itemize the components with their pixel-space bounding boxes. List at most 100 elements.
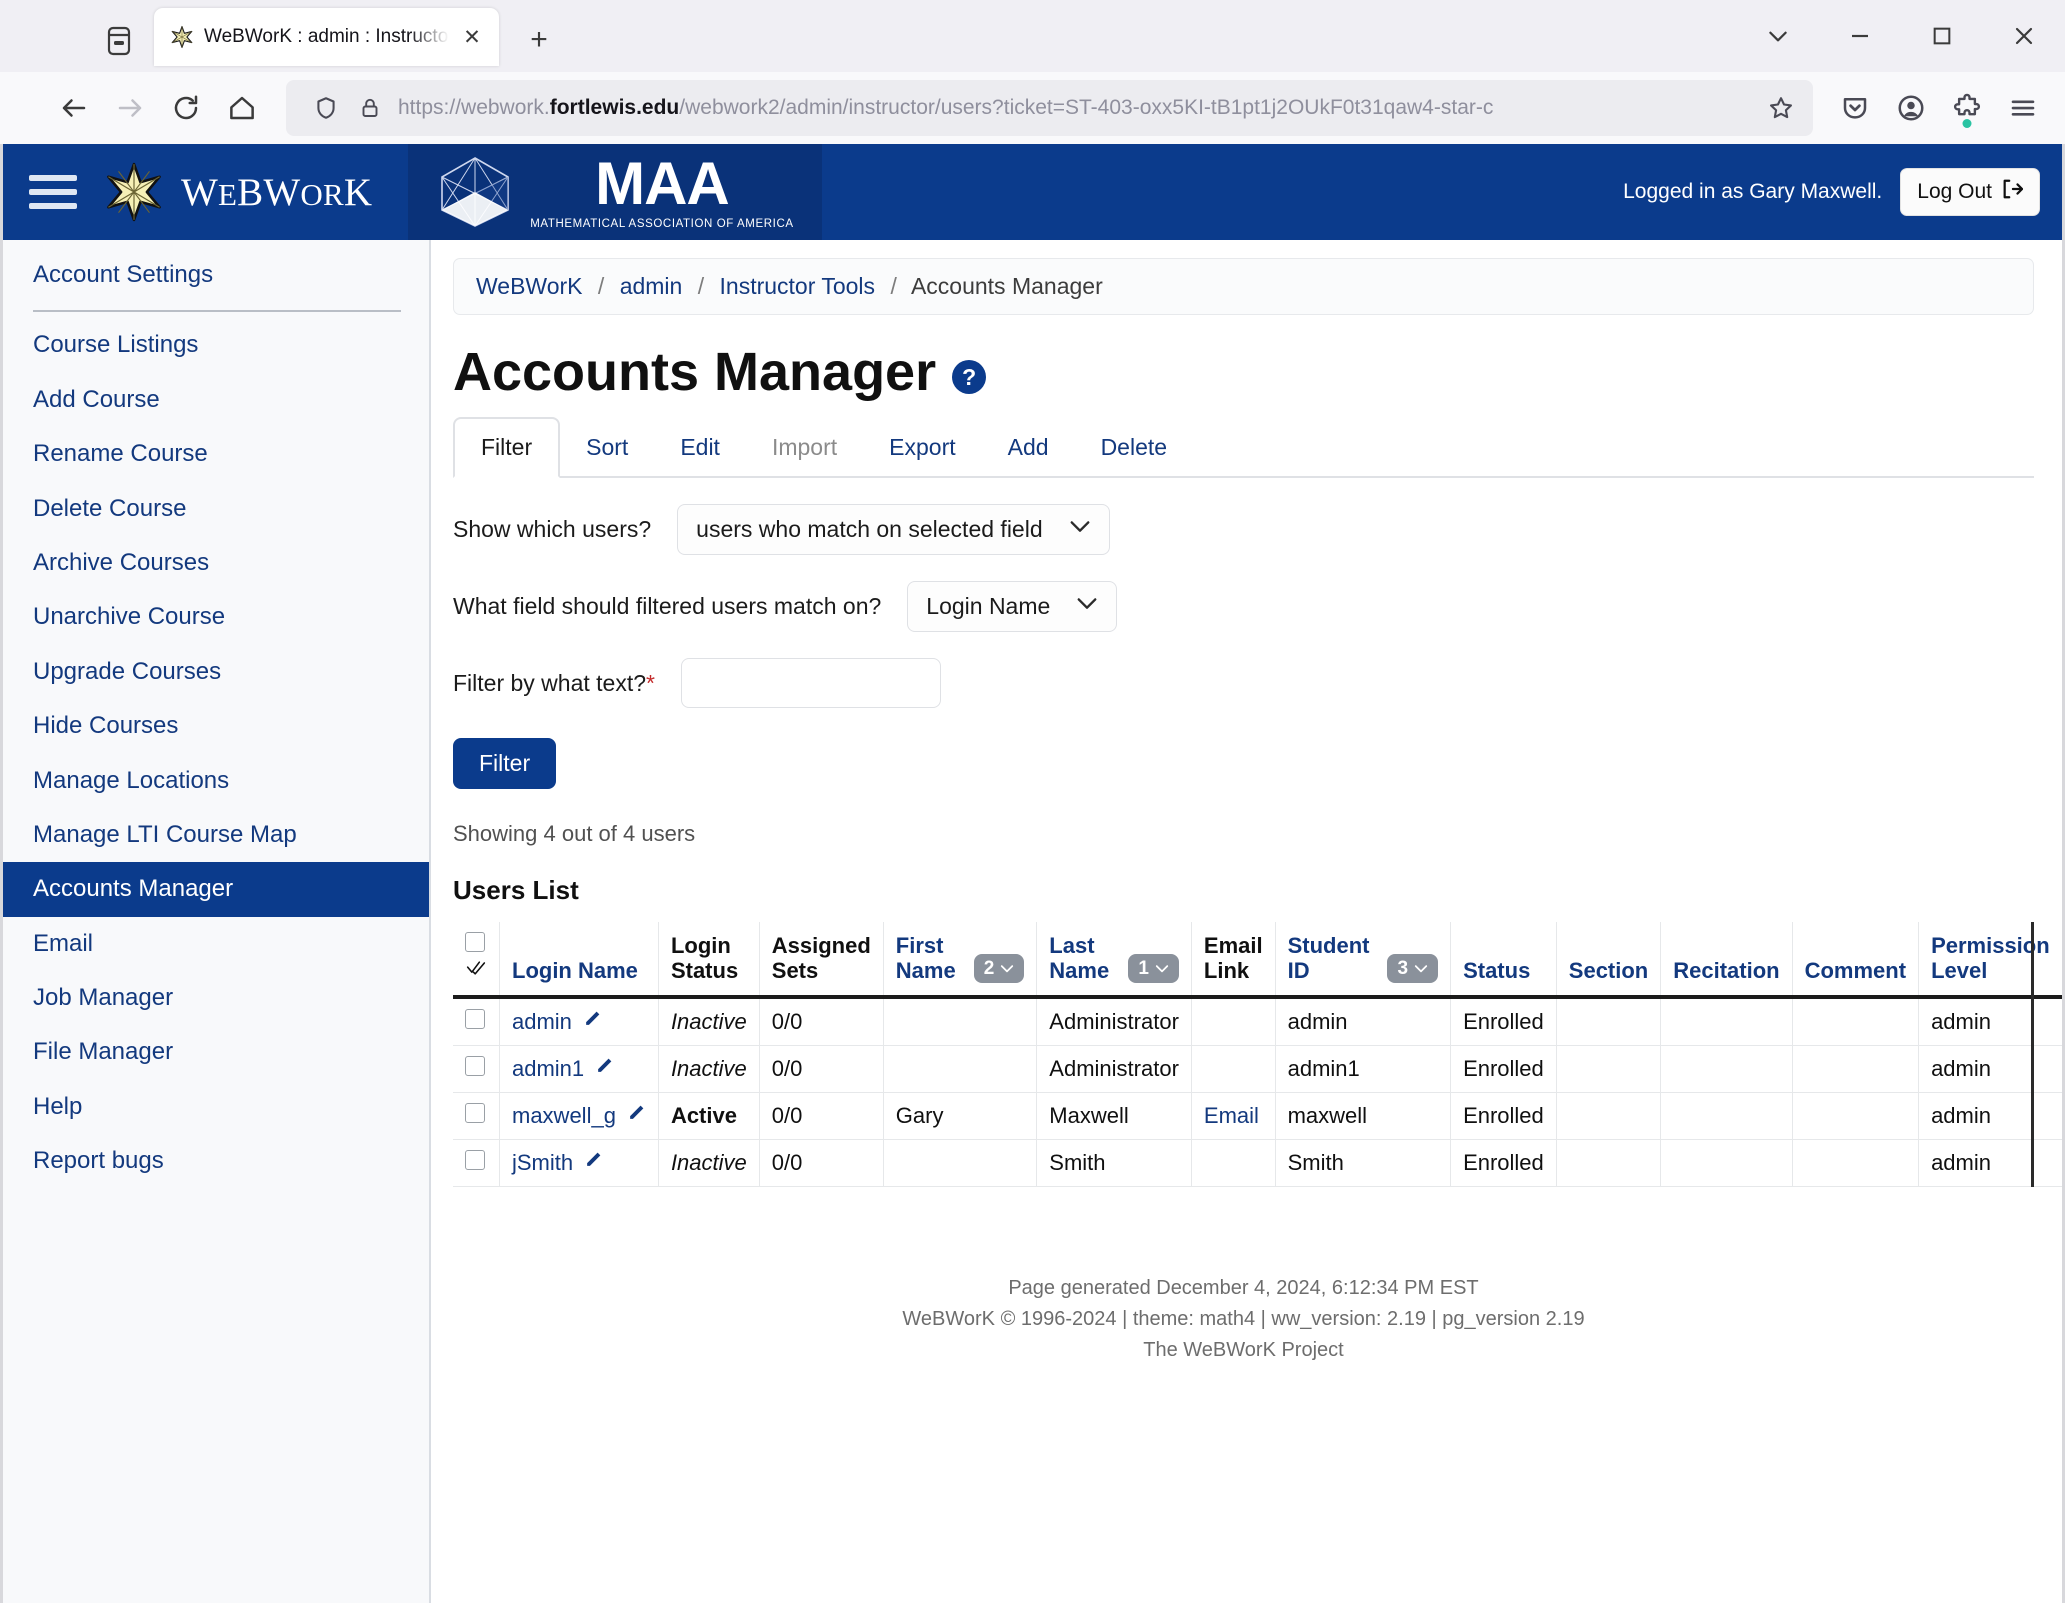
column-header-permission-level[interactable]: Permission Level xyxy=(1918,922,2062,1000)
tab-export[interactable]: Export xyxy=(863,419,981,476)
filter-text-input[interactable] xyxy=(680,658,941,708)
column-header-status[interactable]: Status xyxy=(1450,922,1557,1000)
tab-add[interactable]: Add xyxy=(982,419,1075,476)
column-header-student-id[interactable]: Student ID 3 xyxy=(1275,922,1452,1000)
cell-login-name[interactable]: maxwell_g xyxy=(499,1092,659,1141)
column-header-comment[interactable]: Comment xyxy=(1792,922,1920,1000)
login-name-link[interactable]: admin xyxy=(512,1009,572,1035)
row-checkbox[interactable] xyxy=(465,1009,485,1030)
sidebar-toggle-icon[interactable] xyxy=(3,144,103,240)
sidebar-item-hide-courses[interactable]: Hide Courses xyxy=(3,699,429,753)
help-icon[interactable]: ? xyxy=(952,360,987,394)
browser-tab[interactable]: WeBWorK : admin : Instructor Tools ✕ xyxy=(154,8,499,66)
cell-permission-level: admin xyxy=(1918,997,2062,1047)
sort-order-badge-student-id[interactable]: 3 xyxy=(1387,953,1439,984)
sidebar-item-report-bugs[interactable]: Report bugs xyxy=(3,1134,429,1188)
sidebar-item-course-listings[interactable]: Course Listings xyxy=(3,318,429,372)
cell-first-name xyxy=(883,1139,1038,1188)
sidebar-item-help[interactable]: Help xyxy=(3,1080,429,1134)
page-body: Account Settings Course Listings Add Cou… xyxy=(3,240,2062,1603)
cell-email-link[interactable] xyxy=(1191,997,1276,1047)
login-name-link[interactable]: jSmith xyxy=(512,1150,573,1176)
select-all-checkbox[interactable] xyxy=(465,932,485,957)
sidebar-item-archive-courses[interactable]: Archive Courses xyxy=(3,536,429,590)
row-checkbox[interactable] xyxy=(465,1056,485,1077)
tab-filter[interactable]: Filter xyxy=(453,417,561,478)
cell-login-name[interactable]: jSmith xyxy=(499,1139,659,1188)
sort-order-badge-first-name[interactable]: 2 xyxy=(973,953,1025,984)
cell-login-name[interactable]: admin xyxy=(499,997,659,1047)
edit-pencil-icon[interactable] xyxy=(594,1056,614,1082)
edit-pencil-icon[interactable] xyxy=(582,1009,602,1035)
sidebar-item-email[interactable]: Email xyxy=(3,917,429,971)
column-header-last-name[interactable]: Last Name 1 xyxy=(1036,922,1192,1000)
close-tab-icon[interactable]: ✕ xyxy=(459,24,485,50)
shield-icon[interactable] xyxy=(304,86,348,130)
breadcrumb-item-webwork[interactable]: WeBWorK xyxy=(476,273,583,299)
address-bar[interactable]: https://webwork.fortlewis.edu/webwork2/a… xyxy=(286,80,1813,136)
back-button[interactable] xyxy=(46,80,102,136)
breadcrumb-item-instructor-tools[interactable]: Instructor Tools xyxy=(720,273,876,299)
new-tab-button[interactable]: + xyxy=(517,18,561,62)
logout-button[interactable]: Log Out xyxy=(1900,168,2040,216)
cell-section xyxy=(1556,1139,1662,1188)
column-header-login-name[interactable]: Login Name xyxy=(499,922,659,1000)
column-header-first-name[interactable]: First Name 2 xyxy=(883,922,1038,1000)
sidebar-item-account-settings[interactable]: Account Settings xyxy=(3,246,429,302)
lock-icon[interactable] xyxy=(348,86,392,130)
sidebar-nav: Account Settings Course Listings Add Cou… xyxy=(3,240,431,1603)
close-window-button[interactable] xyxy=(1983,0,2065,72)
sidebar-item-add-course[interactable]: Add Course xyxy=(3,373,429,427)
cell-email-link[interactable] xyxy=(1191,1045,1276,1094)
match-field-select[interactable]: Login Name xyxy=(907,581,1118,632)
home-button[interactable] xyxy=(214,80,270,136)
cell-login-name[interactable]: admin1 xyxy=(499,1045,659,1094)
row-checkbox[interactable] xyxy=(465,1103,485,1124)
cell-assigned-sets: 0/0 xyxy=(759,1092,884,1141)
row-checkbox[interactable] xyxy=(465,1150,485,1171)
tab-delete[interactable]: Delete xyxy=(1075,419,1193,476)
url-text[interactable]: https://webwork.fortlewis.edu/webwork2/a… xyxy=(392,96,1755,120)
row-select-cell[interactable] xyxy=(453,1045,500,1094)
login-name-link[interactable]: admin1 xyxy=(512,1056,584,1082)
sidebar-item-file-manager[interactable]: File Manager xyxy=(3,1025,429,1079)
minimize-button[interactable] xyxy=(1819,0,1901,72)
edit-pencil-icon[interactable] xyxy=(583,1150,603,1176)
row-select-cell[interactable] xyxy=(453,1139,500,1188)
sidebar-item-job-manager[interactable]: Job Manager xyxy=(3,971,429,1025)
sidebar-item-rename-course[interactable]: Rename Course xyxy=(3,427,429,481)
column-header-section[interactable]: Section xyxy=(1556,922,1662,1000)
sidebar-item-manage-locations[interactable]: Manage Locations xyxy=(3,754,429,808)
tab-sort[interactable]: Sort xyxy=(560,419,654,476)
filter-submit-button[interactable]: Filter xyxy=(453,738,557,789)
sidebar-item-accounts-manager[interactable]: Accounts Manager xyxy=(3,862,429,917)
edit-pencil-icon[interactable] xyxy=(626,1103,646,1129)
column-header-recitation[interactable]: Recitation xyxy=(1660,922,1793,1000)
save-to-pocket-icon[interactable] xyxy=(1827,80,1883,136)
breadcrumb-item-admin[interactable]: admin xyxy=(620,273,683,299)
sort-order-badge-last-name[interactable]: 1 xyxy=(1128,953,1179,984)
tab-edit[interactable]: Edit xyxy=(654,419,746,476)
firefox-view-icon[interactable] xyxy=(96,18,142,64)
select-all-header[interactable] xyxy=(453,922,500,1000)
cell-email-link[interactable] xyxy=(1191,1139,1276,1188)
extensions-icon[interactable] xyxy=(1939,80,1995,136)
sidebar-item-unarchive-course[interactable]: Unarchive Course xyxy=(3,590,429,644)
row-select-cell[interactable] xyxy=(453,997,500,1047)
maximize-button[interactable] xyxy=(1901,0,1983,72)
bookmark-star-icon[interactable] xyxy=(1755,82,1807,134)
sidebar-item-upgrade-courses[interactable]: Upgrade Courses xyxy=(3,645,429,699)
show-which-users-select[interactable]: users who match on selected field xyxy=(677,504,1110,555)
email-link[interactable]: Email xyxy=(1204,1103,1259,1128)
sidebar-item-manage-lti-course-map[interactable]: Manage LTI Course Map xyxy=(3,808,429,862)
reload-button[interactable] xyxy=(158,80,214,136)
app-menu-icon[interactable] xyxy=(1995,80,2051,136)
check-all-icon[interactable] xyxy=(465,958,487,983)
webwork-logo[interactable]: WEBWORK xyxy=(103,144,408,240)
login-name-link[interactable]: maxwell_g xyxy=(512,1103,616,1129)
cell-email-link[interactable]: Email xyxy=(1191,1092,1276,1141)
account-icon[interactable] xyxy=(1883,80,1939,136)
sidebar-item-delete-course[interactable]: Delete Course xyxy=(3,482,429,536)
row-select-cell[interactable] xyxy=(453,1092,500,1141)
list-all-tabs-icon[interactable] xyxy=(1737,0,1819,72)
